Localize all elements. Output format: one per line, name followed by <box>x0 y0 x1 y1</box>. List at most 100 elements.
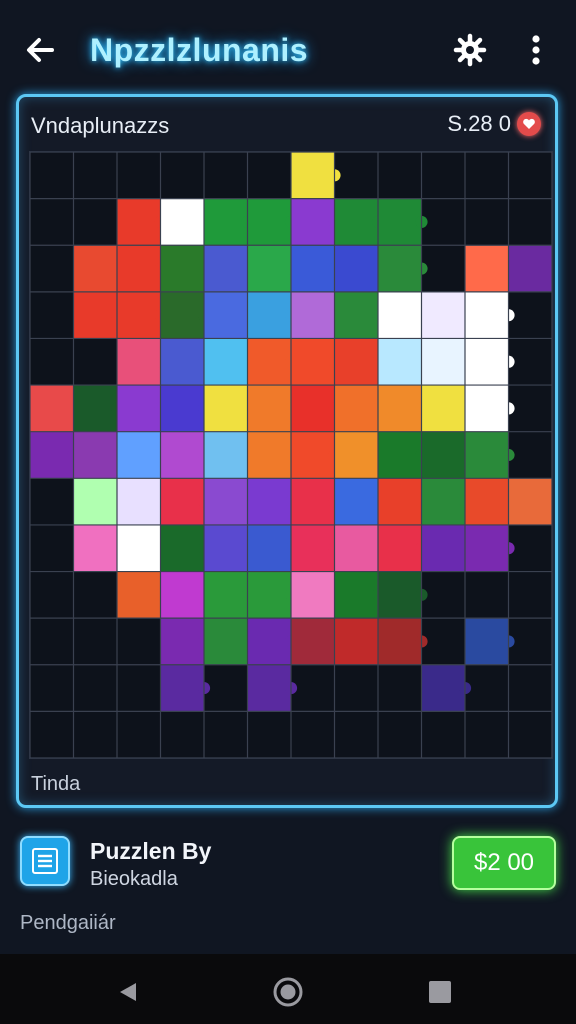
nav-recents-square-icon[interactable] <box>420 972 460 1012</box>
puzzle-piece[interactable] <box>204 245 248 292</box>
puzzle-piece[interactable] <box>30 385 74 432</box>
puzzle-piece[interactable] <box>247 618 292 665</box>
puzzle-piece[interactable] <box>160 245 205 292</box>
puzzle-piece[interactable] <box>117 291 161 339</box>
puzzle-piece[interactable] <box>204 291 248 339</box>
puzzle-piece[interactable] <box>334 338 379 386</box>
puzzle-piece[interactable] <box>204 524 248 572</box>
puzzle-piece[interactable] <box>378 198 422 246</box>
puzzle-piece[interactable] <box>465 245 509 292</box>
puzzle-piece[interactable] <box>291 291 335 339</box>
puzzle-piece[interactable] <box>204 431 248 479</box>
puzzle-piece[interactable] <box>465 618 509 665</box>
puzzle-piece[interactable] <box>160 431 205 479</box>
puzzle-piece[interactable] <box>378 431 422 479</box>
puzzle-piece[interactable] <box>117 338 161 386</box>
puzzle-piece[interactable] <box>334 431 379 479</box>
puzzle-piece[interactable] <box>334 198 379 246</box>
puzzle-piece[interactable] <box>508 478 553 525</box>
heart-icon[interactable] <box>517 112 541 136</box>
puzzle-piece[interactable] <box>247 385 292 432</box>
puzzle-piece[interactable] <box>73 478 118 525</box>
puzzle-piece[interactable] <box>291 618 335 665</box>
puzzle-piece[interactable] <box>291 245 335 292</box>
puzzle-list-item[interactable]: Puzzlen By Bieokadla $2 00 <box>0 820 576 920</box>
puzzle-piece[interactable] <box>204 338 248 386</box>
puzzle-piece[interactable] <box>421 385 466 432</box>
puzzle-piece[interactable] <box>378 385 422 432</box>
puzzle-piece[interactable] <box>160 618 205 665</box>
puzzle-piece[interactable] <box>204 385 248 432</box>
puzzle-piece[interactable] <box>247 431 292 479</box>
puzzle-piece[interactable] <box>73 385 118 432</box>
puzzle-piece[interactable] <box>378 291 422 339</box>
puzzle-piece[interactable] <box>117 431 161 479</box>
puzzle-piece[interactable] <box>421 431 466 479</box>
puzzle-piece[interactable] <box>291 431 335 479</box>
puzzle-piece[interactable] <box>465 478 509 525</box>
puzzle-piece[interactable] <box>247 664 292 712</box>
puzzle-piece[interactable] <box>334 245 379 292</box>
puzzle-piece[interactable] <box>334 571 379 619</box>
puzzle-piece[interactable] <box>247 478 292 525</box>
puzzle-piece[interactable] <box>117 571 161 619</box>
puzzle-piece[interactable] <box>291 524 335 572</box>
puzzle-piece[interactable] <box>73 245 118 292</box>
puzzle-piece[interactable] <box>334 478 379 525</box>
puzzle-piece[interactable] <box>247 245 292 292</box>
puzzle-piece[interactable] <box>291 571 335 619</box>
puzzle-piece[interactable] <box>378 245 422 292</box>
back-button[interactable] <box>18 28 62 72</box>
puzzle-piece[interactable] <box>291 152 335 199</box>
puzzle-piece[interactable] <box>421 478 466 525</box>
puzzle-piece[interactable] <box>117 524 161 572</box>
puzzle-piece[interactable] <box>378 478 422 525</box>
puzzle-piece[interactable] <box>247 338 292 386</box>
puzzle-piece[interactable] <box>291 338 335 386</box>
puzzle-piece[interactable] <box>160 571 205 619</box>
puzzle-piece[interactable] <box>421 338 466 386</box>
puzzle-piece[interactable] <box>247 198 292 246</box>
puzzle-piece[interactable] <box>465 524 509 572</box>
puzzle-piece[interactable] <box>378 338 422 386</box>
puzzle-piece[interactable] <box>160 664 205 712</box>
settings-button[interactable] <box>448 28 492 72</box>
puzzle-piece[interactable] <box>160 524 205 572</box>
puzzle-piece[interactable] <box>117 198 161 246</box>
puzzle-piece[interactable] <box>73 431 118 479</box>
puzzle-piece[interactable] <box>291 198 335 246</box>
puzzle-piece[interactable] <box>291 478 335 525</box>
puzzle-piece[interactable] <box>465 291 509 339</box>
puzzle-piece[interactable] <box>465 338 509 386</box>
puzzle-piece[interactable] <box>204 571 248 619</box>
puzzle-piece[interactable] <box>465 431 509 479</box>
puzzle-piece[interactable] <box>117 478 161 525</box>
puzzle-piece[interactable] <box>378 524 422 572</box>
puzzle-piece[interactable] <box>73 524 118 572</box>
puzzle-grid[interactable] <box>29 151 553 759</box>
puzzle-piece[interactable] <box>421 664 466 712</box>
puzzle-piece[interactable] <box>421 291 466 339</box>
puzzle-piece[interactable] <box>117 385 161 432</box>
puzzle-piece[interactable] <box>247 524 292 572</box>
puzzle-piece[interactable] <box>160 478 205 525</box>
puzzle-piece[interactable] <box>204 618 248 665</box>
puzzle-piece[interactable] <box>204 198 248 246</box>
puzzle-piece[interactable] <box>117 245 161 292</box>
nav-back-triangle-icon[interactable] <box>108 972 148 1012</box>
more-options-button[interactable] <box>514 28 558 72</box>
puzzle-piece[interactable] <box>247 291 292 339</box>
puzzle-piece[interactable] <box>378 571 422 619</box>
puzzle-piece[interactable] <box>160 385 205 432</box>
puzzle-piece[interactable] <box>334 385 379 432</box>
puzzle-piece[interactable] <box>508 245 553 292</box>
puzzle-piece[interactable] <box>204 478 248 525</box>
puzzle-piece[interactable] <box>334 291 379 339</box>
puzzle-piece[interactable] <box>160 338 205 386</box>
puzzle-piece[interactable] <box>465 385 509 432</box>
puzzle-piece[interactable] <box>421 524 466 572</box>
puzzle-piece[interactable] <box>160 291 205 339</box>
puzzle-piece[interactable] <box>334 524 379 572</box>
puzzle-piece[interactable] <box>247 571 292 619</box>
puzzle-piece[interactable] <box>378 618 422 665</box>
